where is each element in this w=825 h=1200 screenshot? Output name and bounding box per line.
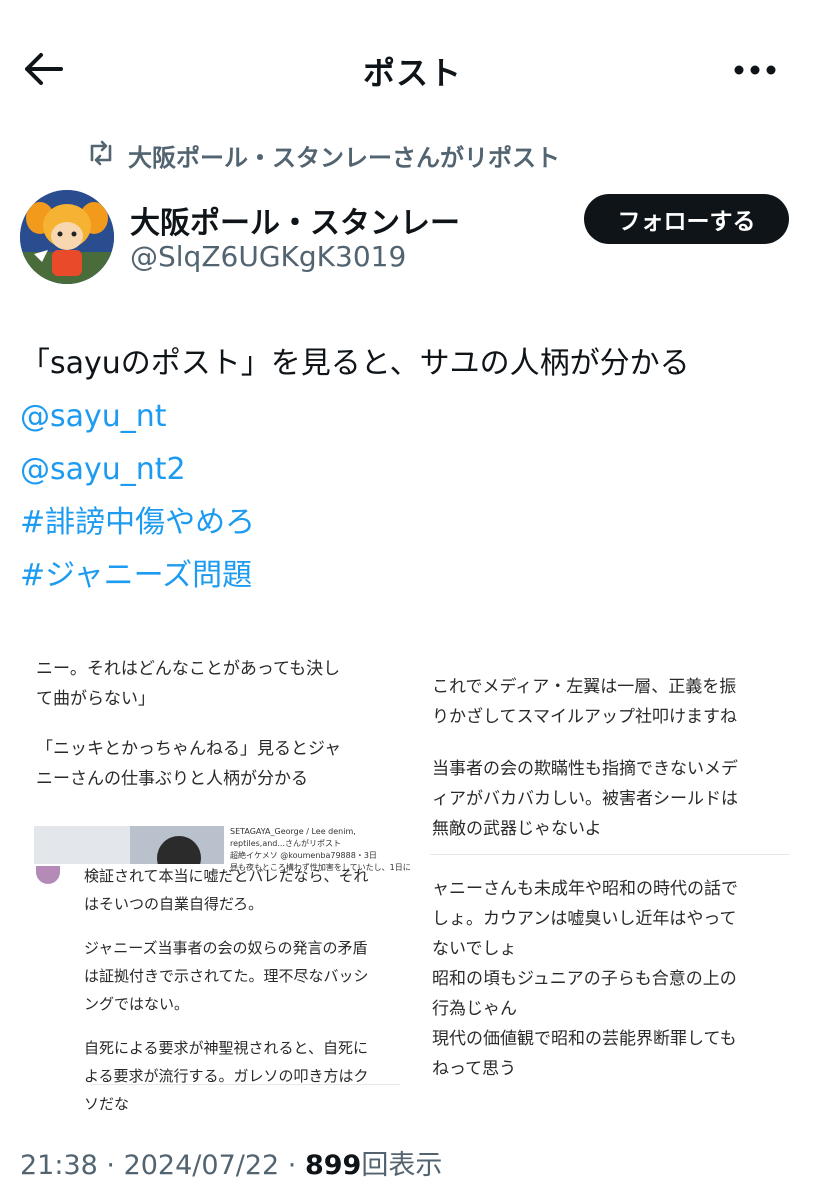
hashtag-link[interactable]: #誹謗中傷やめろ bbox=[20, 505, 255, 540]
screenshot-line: ないでしょ bbox=[432, 939, 517, 959]
screenshot-line: ソだな bbox=[84, 1095, 130, 1110]
screenshot-line: 現代の価値観で昭和の芸能界断罪しても bbox=[432, 1029, 737, 1049]
view-count-label: 回表示 bbox=[361, 1150, 443, 1181]
quote-thumbnail bbox=[34, 826, 224, 864]
screenshot-text: ニー。それはどんなことがあっても決し て曲がらない」 「ニッキとかっちゃんねる」… bbox=[36, 654, 341, 794]
hashtag-link[interactable]: #ジャニーズ問題 bbox=[20, 558, 252, 593]
screenshot-line: ニーさんの仕事ぶりと人柄が分かる bbox=[36, 769, 308, 789]
screenshot-text: 検証されて本当に嘘だとバレたなら、それ はそいつの自業自得だろ。 ジャニーズ当事… bbox=[84, 862, 369, 1110]
screenshot-line: は証拠付きで示されてた。理不尽なバッシ bbox=[84, 967, 369, 985]
top-bar: ポスト bbox=[0, 0, 825, 130]
view-count: 899 bbox=[304, 1150, 362, 1181]
screenshot-line: はそいつの自業自得だろ。 bbox=[84, 895, 264, 913]
post-meta: 21:38 · 2024/07/22 · 899回表示 bbox=[20, 1143, 442, 1182]
separator: · bbox=[106, 1150, 124, 1181]
post-media[interactable]: ニー。それはどんなことがあっても決し て曲がらない」 「ニッキとかっちゃんねる」… bbox=[22, 628, 803, 1110]
screenshot-spacer bbox=[432, 732, 738, 754]
avatar[interactable] bbox=[20, 190, 114, 284]
screenshot-spacer bbox=[84, 1018, 369, 1034]
screenshot-line: 行為じゃん bbox=[432, 999, 517, 1019]
screenshot-text: これでメディア・左翼は一層、正義を振 りかざしてスマイルアップ社叩けますね 当事… bbox=[432, 672, 738, 844]
screenshot-line: ジャニーズ当事者の会の奴らの発言の矛盾 bbox=[84, 939, 368, 957]
quote-meta-line: SETAGAYA_George / Lee denim, reptiles,an… bbox=[230, 827, 356, 848]
screenshot-line: 検証されて本当に嘘だとバレたなら、それ bbox=[84, 867, 369, 885]
author-handle[interactable]: @SlqZ6UGKgK3019 bbox=[130, 240, 406, 273]
media-image-right[interactable]: これでメディア・左翼は一層、正義を振 りかざしてスマイルアップ社叩けますね 当事… bbox=[422, 628, 803, 1110]
screenshot-line: これでメディア・左翼は一層、正義を振 bbox=[432, 677, 737, 697]
screenshot-line: りかざしてスマイルアップ社叩けますね bbox=[432, 707, 737, 727]
more-options-icon[interactable] bbox=[725, 50, 785, 90]
screenshot-line: 「ニッキとかっちゃんねる」見るとジャ bbox=[36, 739, 342, 759]
post-time[interactable]: 21:38 bbox=[20, 1150, 98, 1181]
mention-link[interactable]: @sayu_nt bbox=[20, 399, 167, 434]
repost-icon bbox=[86, 140, 116, 172]
screenshot-line: ャニーさんも未成年や昭和の時代の話で bbox=[432, 879, 738, 899]
screenshot-line: ねって思う bbox=[432, 1059, 517, 1079]
mention-link[interactable]: @sayu_nt2 bbox=[20, 452, 186, 487]
media-image-left[interactable]: ニー。それはどんなことがあっても決し て曲がらない」 「ニッキとかっちゃんねる」… bbox=[30, 628, 415, 1110]
screenshot-line: 当事者の会の欺瞞性も指摘できないメデ bbox=[432, 759, 738, 779]
screenshot-line: しょ。カウアンは嘘臭いし近年はやって bbox=[432, 909, 737, 929]
follow-button[interactable]: フォローする bbox=[584, 194, 789, 244]
screenshot-line: よる要求が流行する。ガレソの叩き方はク bbox=[84, 1067, 369, 1085]
divider bbox=[430, 854, 790, 855]
screenshot-line: 自死による要求が神聖視されると、自死に bbox=[84, 1039, 368, 1057]
post-date[interactable]: 2024/07/22 bbox=[124, 1150, 280, 1181]
screenshot-line: て曲がらない」 bbox=[36, 689, 155, 709]
post-text: 「sayuのポスト」を見ると、サユの人柄が分かる @sayu_nt @sayu_… bbox=[20, 337, 810, 602]
screenshot-line: 無敵の武器じゃないよ bbox=[432, 819, 602, 839]
quote-avatar bbox=[36, 866, 60, 884]
screenshot-line: ィアがバカバカしい。被害者シールドは bbox=[432, 789, 738, 809]
divider bbox=[90, 1084, 400, 1085]
screenshot-line: 昭和の頃もジュニアの子らも合意の上の bbox=[432, 969, 737, 989]
page-title: ポスト bbox=[362, 54, 462, 92]
post-text-line: 「sayuのポスト」を見ると、サユの人柄が分かる bbox=[20, 346, 690, 381]
repost-text: 大阪ポール・スタンレーさんがリポスト bbox=[128, 144, 560, 172]
separator: · bbox=[287, 1150, 305, 1181]
screenshot-spacer bbox=[36, 714, 341, 734]
quote-user: 超絶イケメソ @koumenba79888・3日 bbox=[230, 851, 377, 860]
repost-context[interactable]: 大阪ポール・スタンレーさんがリポスト bbox=[86, 138, 560, 173]
author-display-name[interactable]: 大阪ポール・スタンレー bbox=[130, 198, 460, 242]
screenshot-line: ニー。それはどんなことがあっても決し bbox=[36, 659, 341, 679]
screenshot-text: ャニーさんも未成年や昭和の時代の話で しょ。カウアンは嘘臭いし近年はやって ない… bbox=[432, 874, 738, 1084]
screenshot-spacer bbox=[84, 918, 369, 934]
screenshot-line: ングではない。 bbox=[84, 995, 190, 1013]
